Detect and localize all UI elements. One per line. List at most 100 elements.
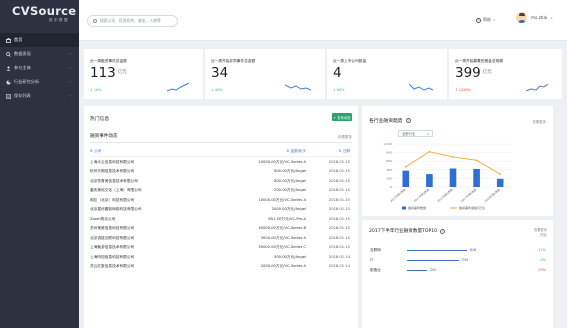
table-row[interactable]: 北京锐能互联科技有限公司 3000.00万元/VC-Series A 2018.01…: [90, 233, 352, 243]
sidebar: CVSource 投中数据 首页 数据发现 ‹ 参与主体 ‹ 行业研究分析 ‹ 保存列表 ‹: [0, 0, 79, 328]
x-tick-label: 2017年第2季度: [413, 188, 431, 204]
top10-row[interactable]: 制造业 202 25%: [370, 267, 546, 275]
column-header-company[interactable]: ⇅ 公司: [90, 149, 101, 154]
y-tick-label: 600: [386, 159, 392, 163]
legend-swatch: [402, 206, 406, 210]
help-icon[interactable]: ?: [440, 228, 446, 234]
chevron-icon: ‹: [69, 51, 71, 57]
y-tick-label: 400: [386, 168, 392, 172]
table-row[interactable]: 北京牧青美信息技术有限公司 500.00万元/Angel 2018.01.15: [90, 176, 352, 186]
line-point: [404, 165, 407, 168]
company-cell[interactable]: 杭州乐期信息技术有限公司: [90, 169, 134, 174]
table-row[interactable]: 北京星优耀信网络科技有限公司 2000.00万元/Angel 2018.01.15: [90, 205, 352, 215]
industry-name: 制造业: [370, 268, 381, 272]
sparkline-icon: [167, 82, 189, 92]
amount-cell: 2000.00万元/VC-Series A: [260, 264, 306, 268]
stat-card-financing[interactable]: 近一周融资事件总金额 113 亿元 ↓ 16%: [84, 49, 204, 99]
trend-panel: 各行业融资趋势? 查看更多 全部行业 ∨ 1,000 800 600 400 200 0 2…: [362, 106, 553, 216]
chevron-down-icon: ∨: [493, 18, 496, 22]
amount-cell: 200.00万元/Angel: [273, 188, 306, 192]
more-link[interactable]: 查看更多: [338, 135, 352, 140]
panel-title: 热门信息: [90, 117, 110, 122]
company-cell[interactable]: 苏州美维信息科技有限公司: [90, 226, 134, 231]
industry-name: 互联网: [370, 248, 381, 252]
bar-mark: [426, 174, 433, 187]
company-cell[interactable]: 北京锐能互联科技有限公司: [90, 236, 134, 241]
stat-value: 399 亿元: [455, 65, 492, 81]
x-tick-label: 2017年第3季度: [436, 188, 454, 204]
sidebar-item-2[interactable]: 参与主体 ‹: [0, 61, 79, 75]
top10-bar: [407, 269, 427, 272]
line-point: [428, 150, 431, 153]
amount-cell: 30000.00万元/VC-Series C: [258, 245, 306, 249]
x-tick-label: 2018年第1季度: [483, 188, 501, 204]
table-row[interactable]: 重庆美地文化（上海）有限公司 200.00万元/Angel 2018.01.15: [90, 186, 352, 196]
table-row[interactable]: Zoom购买公司 651.00万元/VC-Pre-A 2018.01.15: [90, 214, 352, 224]
table-row[interactable]: 和应（北京）科技有限公司 10000.00万元/VC-Series A 2018.0…: [90, 195, 352, 205]
stat-value: 4: [333, 65, 342, 81]
chevron-icon: ‹: [69, 79, 71, 85]
tab-financing-events[interactable]: 融资事件动态: [90, 133, 118, 139]
company-cell[interactable]: 北京星优耀信网络科技有限公司: [90, 207, 142, 212]
stat-card-ipo[interactable]: 近一周上市公司数量 4 ↓ 60%: [327, 49, 448, 99]
column-header-amount[interactable]: ⇅ 金额/轮次: [286, 149, 306, 154]
bar-mark: [473, 168, 480, 187]
help-menu[interactable]: ? 帮助 ∨: [476, 17, 496, 23]
amount-cell: 651.00万元/VC-Pre-A: [268, 216, 306, 221]
stat-label: 近一周上市公司数量: [333, 59, 367, 63]
home-icon: [5, 37, 11, 43]
legend-label: 融资事件金额(亿元): [459, 205, 485, 210]
date-cell: 2018.01.15: [328, 188, 350, 192]
x-tick-label: 2017年第4季度: [460, 188, 478, 204]
date-cell: 2018.01.15: [328, 235, 350, 240]
sidebar-item-0[interactable]: 首页: [0, 33, 79, 47]
company-cell[interactable]: 重庆美地文化（上海）有限公司: [90, 188, 142, 193]
stat-label: 近一周开始募集的基金总规模: [455, 59, 503, 63]
sparkline-icon: [285, 84, 311, 91]
company-cell[interactable]: 上海聚游信息技术有限公司: [90, 245, 134, 250]
table-row[interactable]: 上海众云信息科技有限公司 10000.00万元/VC-Series A 2018.0…: [90, 157, 352, 167]
top10-change: -3%: [539, 258, 546, 262]
line-point: [499, 173, 502, 175]
company-cell[interactable]: Zoom购买公司: [90, 217, 115, 222]
legend-swatch: [452, 207, 455, 209]
sidebar-item-1[interactable]: 数据发现 ‹: [0, 47, 79, 61]
table-row[interactable]: 苏云红数信息技术有限公司 2000.00万元/VC-Series A 2018.01…: [90, 262, 352, 272]
table-row[interactable]: 上海听知信息科技有限公司 300.00万元/Angel 2018.01.14: [90, 252, 352, 262]
table-row[interactable]: 杭州乐期信息技术有限公司 500.00万元/Angel 2018.01.15: [90, 167, 352, 177]
chart-icon: [5, 79, 11, 85]
date-cell: 2018.01.15: [328, 226, 350, 230]
search-input[interactable]: 搜索公司、投资机构、基金、人物等: [87, 15, 178, 27]
sidebar-item-3[interactable]: 行业研究分析 ‹: [0, 75, 79, 89]
company-cell[interactable]: 北京牧青美信息技术有限公司: [90, 179, 138, 184]
company-cell[interactable]: 和应（北京）科技有限公司: [90, 198, 134, 203]
sidebar-item-4[interactable]: 保存列表 ‹: [0, 89, 79, 103]
top10-row[interactable]: 互联网 618 -12%: [370, 247, 546, 255]
company-cell[interactable]: 苏云红数信息技术有限公司: [90, 264, 134, 269]
table-row[interactable]: 上海聚游信息技术有限公司 30000.00万元/VC-Series C 2018.0…: [90, 243, 352, 253]
company-cell[interactable]: 上海听知信息科技有限公司: [90, 255, 134, 260]
help-label: 帮助: [483, 17, 491, 22]
stat-change: ↑ 1229%: [455, 88, 471, 92]
y-tick-label: 800: [386, 151, 392, 155]
company-cell[interactable]: 上海众云信息科技有限公司: [90, 160, 134, 165]
stat-change: ↓ 40%: [211, 88, 223, 92]
stat-value: 34: [211, 65, 229, 81]
search-icon: [5, 51, 11, 57]
top10-change: -12%: [536, 248, 546, 252]
table-row[interactable]: 苏州美维信息科技有限公司 40000.00万元/VC-Series B 2018.0…: [90, 224, 352, 234]
top10-row[interactable]: IT 534 -3%: [370, 257, 546, 265]
bar-mark: [402, 170, 410, 187]
stat-card-mna[interactable]: 近一周开始并购事件总金额 34 ↓ 40%: [205, 49, 326, 99]
people-icon: [5, 65, 11, 71]
column-header-date[interactable]: ⇅ 日期: [339, 149, 350, 154]
amount-cell: 40000.00万元/VC-Series B: [258, 226, 306, 230]
stat-card-fund[interactable]: 近一周开始募集的基金总规模 399 亿元 ↑ 1229%: [449, 49, 562, 99]
more-link[interactable]: 查看更多 同比: [534, 228, 547, 237]
user-menu[interactable]: ms.zhai ∨: [516, 12, 553, 23]
stat-change: ↓ 16%: [90, 88, 102, 92]
date-cell: 2018.01.15: [328, 159, 350, 164]
publish-button[interactable]: + 发布动态: [332, 113, 352, 121]
panel-title: 2017下半年行业融资数量TOP10?: [369, 228, 446, 234]
brand[interactable]: CVSource 投中数据: [0, 0, 79, 33]
